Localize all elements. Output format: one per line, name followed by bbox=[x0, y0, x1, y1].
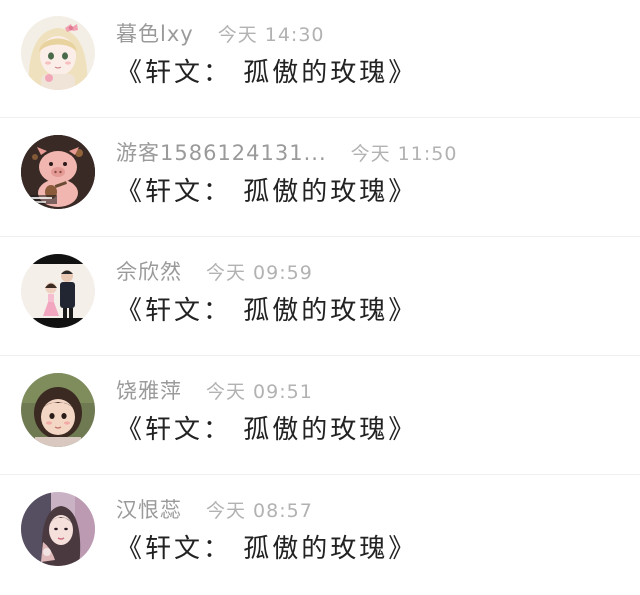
comment-header: 佘欣然 今天 09:59 bbox=[116, 256, 313, 286]
comment-header: 汉恨蕊 今天 08:57 bbox=[116, 494, 313, 524]
child-photo-avatar[interactable] bbox=[21, 373, 95, 447]
comment-item[interactable]: 游客1586124131... 今天 11:50 《轩文： 孤傲的玫瑰》 bbox=[0, 119, 640, 238]
username[interactable]: 游客1586124131... bbox=[116, 137, 327, 167]
timestamp: 今天 08:57 bbox=[206, 499, 313, 522]
comment-item[interactable]: 佘欣然 今天 09:59 《轩文： 孤傲的玫瑰》 bbox=[0, 238, 640, 357]
divider bbox=[0, 236, 640, 237]
timestamp: 今天 14:30 bbox=[217, 23, 325, 46]
comment-item[interactable]: 饶雅萍 今天 09:51 《轩文： 孤傲的玫瑰》 bbox=[0, 357, 640, 476]
divider bbox=[0, 355, 640, 356]
username[interactable]: 暮色lxy bbox=[116, 18, 194, 48]
comment-header: 游客1586124131... 今天 11:50 bbox=[116, 137, 457, 167]
comment-item[interactable]: 汉恨蕊 今天 08:57 《轩文： 孤傲的玫瑰》 bbox=[0, 476, 640, 595]
comment-text: 《轩文： 孤傲的玫瑰》 bbox=[116, 415, 418, 445]
username[interactable]: 佘欣然 bbox=[116, 256, 182, 286]
comment-list: 暮色lxy 今天 14:30 《轩文： 孤傲的玫瑰》 游客1586124131.… bbox=[0, 0, 640, 588]
comment-text: 《轩文： 孤傲的玫瑰》 bbox=[116, 296, 418, 326]
comment-item[interactable]: 暮色lxy 今天 14:30 《轩文： 孤傲的玫瑰》 bbox=[0, 0, 640, 119]
comment-header: 暮色lxy 今天 14:30 bbox=[116, 18, 325, 48]
timestamp: 今天 11:50 bbox=[350, 142, 458, 165]
username[interactable]: 饶雅萍 bbox=[116, 375, 182, 405]
timestamp: 今天 09:51 bbox=[206, 380, 313, 403]
couple-photo-avatar[interactable] bbox=[21, 254, 95, 328]
divider bbox=[0, 474, 640, 475]
comment-text: 《轩文： 孤傲的玫瑰》 bbox=[116, 58, 418, 88]
timestamp: 今天 09:59 bbox=[206, 261, 313, 284]
username[interactable]: 汉恨蕊 bbox=[116, 494, 182, 524]
anime-girl-avatar[interactable] bbox=[21, 16, 95, 90]
comment-header: 饶雅萍 今天 09:51 bbox=[116, 375, 313, 405]
comment-text: 《轩文： 孤傲的玫瑰》 bbox=[116, 534, 418, 564]
pig-avatar[interactable] bbox=[21, 135, 95, 209]
divider bbox=[0, 117, 640, 118]
girl-portrait-avatar[interactable] bbox=[21, 492, 95, 566]
comment-text: 《轩文： 孤傲的玫瑰》 bbox=[116, 177, 418, 207]
